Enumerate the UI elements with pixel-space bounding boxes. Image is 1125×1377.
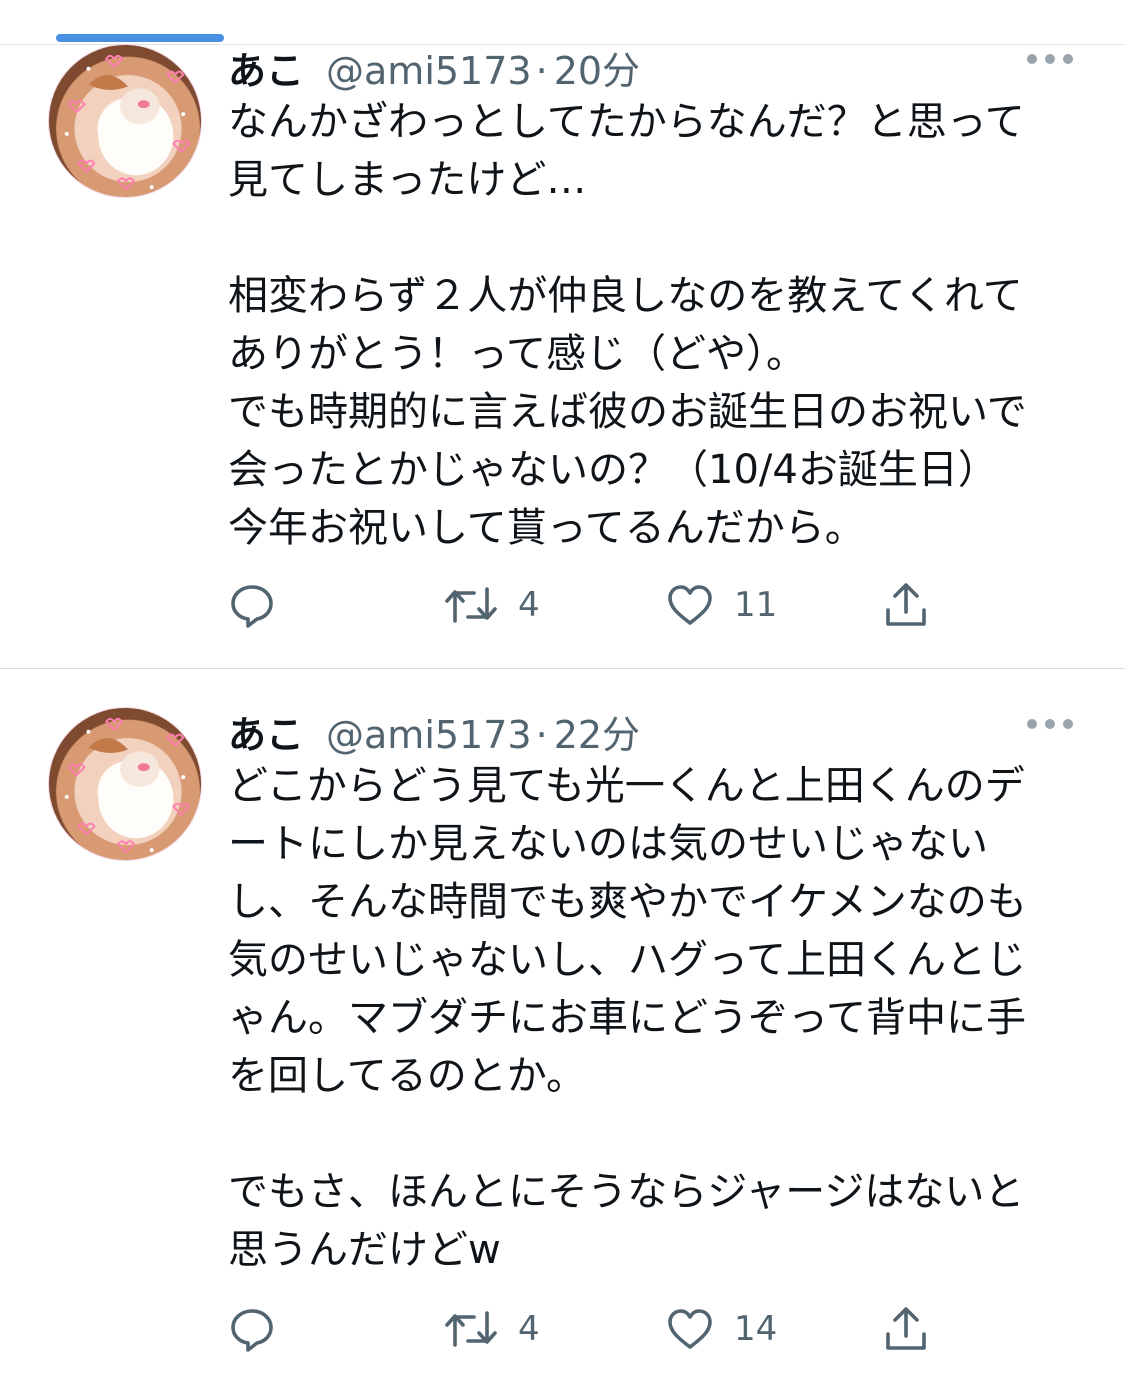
avatar-image — [64, 54, 191, 191]
tweet-text-line: でもさ、ほんとにそうならジャージはないと — [228, 1169, 1025, 1215]
like-button[interactable]: 11 — [666, 580, 777, 630]
share-button[interactable] — [884, 1304, 928, 1354]
speech-bubble-icon — [231, 585, 273, 628]
tweet-text-line: なんかざわっとしてたからなんだ？と思って — [228, 99, 1025, 145]
share-upload-icon — [886, 1307, 926, 1350]
tweet-text-line: 会ったとかじゃないの？（10/4お誕生日） — [228, 447, 998, 493]
tweet-text-line: 今年お祝いして貰ってるんだから。 — [228, 505, 865, 551]
reply-button[interactable] — [228, 1304, 276, 1354]
display-name[interactable]: あこ — [228, 40, 304, 95]
tweet-2[interactable]: あこ @ami5173 · 22分 どこからどう見ても光一くんと上田くんのデ ー… — [0, 669, 1125, 1377]
tweet-text: どこからどう見ても光一くんと上田くんのデ ートにしか見えないのは気のせいじゃない… — [228, 757, 1088, 1279]
avatar[interactable] — [48, 44, 202, 198]
tweet-text: なんかざわっとしてたからなんだ？と思って 見てしまったけど… 相変わらず２人が仲… — [228, 93, 1088, 557]
retweet-button[interactable]: 4 — [444, 1304, 540, 1354]
like-count: 11 — [734, 585, 778, 625]
separator-dot: · — [535, 713, 548, 757]
avatar-image — [64, 717, 191, 854]
separator-dot: · — [535, 49, 548, 93]
tweet-header: あこ @ami5173 · 22分 — [228, 704, 640, 757]
retweet-button[interactable]: 4 — [444, 580, 540, 630]
share-upload-icon — [886, 583, 926, 626]
tweet-text-line: ありがとう！って感じ（どや）。 — [228, 331, 806, 377]
display-name[interactable]: あこ — [228, 704, 304, 759]
avatar[interactable] — [48, 707, 202, 861]
tweet-header: あこ @ami5173 · 20分 — [228, 40, 640, 93]
share-button[interactable] — [884, 580, 928, 630]
like-count: 14 — [734, 1309, 778, 1349]
retweet-count: 4 — [518, 1309, 540, 1349]
tweet-text-line: し、そんな時間でも爽やかでイケメンなのも — [228, 879, 1027, 925]
retweet-arrows-icon — [445, 1311, 497, 1347]
user-handle[interactable]: @ami5173 — [326, 49, 532, 93]
heart-outline-icon — [668, 1309, 712, 1349]
timestamp[interactable]: 20分 — [554, 40, 640, 95]
tweet-1[interactable]: あこ @ami5173 · 20分 なんかざわっとしてたからなんだ？と思って 見… — [0, 0, 1125, 668]
tweet-actions: 4 14 — [228, 1304, 948, 1354]
tweet-text-line: 思うんだけどw — [228, 1227, 501, 1273]
speech-bubble-icon — [231, 1309, 273, 1352]
user-handle[interactable]: @ami5173 — [326, 713, 532, 757]
tweet-text-line: 気のせいじゃないし、ハグって上田くんとじ — [228, 937, 1026, 983]
tweet-text-line: を回してるのとか。 — [228, 1053, 586, 1099]
ellipsis-icon[interactable] — [1027, 713, 1073, 735]
tweet-text-line: 見てしまったけど… — [228, 157, 587, 203]
tweet-text-line: ートにしか見えないのは気のせいじゃない — [228, 821, 988, 867]
retweet-arrows-icon — [445, 587, 497, 623]
retweet-count: 4 — [518, 585, 540, 625]
tweet-text-line: 相変わらず２人が仲良しなのを教えてくれて — [228, 273, 1023, 319]
reply-button[interactable] — [228, 580, 276, 630]
tweet-text-line: どこからどう見ても光一くんと上田くんのデ — [228, 763, 1025, 809]
ellipsis-icon[interactable] — [1027, 48, 1073, 70]
tweet-actions: 4 11 — [228, 580, 948, 630]
timestamp[interactable]: 22分 — [554, 704, 640, 759]
tweet-text-line: ゃん。マブダチにお車にどうぞって背中に手 — [228, 995, 1026, 1041]
like-button[interactable]: 14 — [666, 1304, 777, 1354]
heart-outline-icon — [668, 585, 712, 625]
tweet-text-line: でも時期的に言えば彼のお誕生日のお祝いで — [228, 389, 1027, 435]
